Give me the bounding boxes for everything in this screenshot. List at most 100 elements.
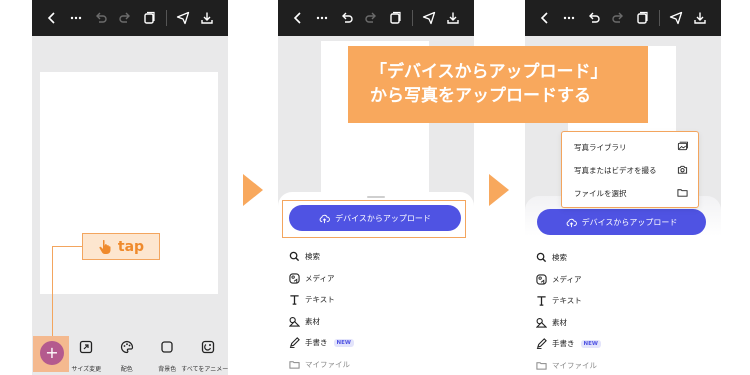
download-icon[interactable] [689,6,712,30]
upload-from-device-button[interactable]: デバイスからアップロード [537,209,706,235]
phone-screen-step1: サイズ変更 配色 背景色 すべてをアニメート [32,0,228,375]
folder-icon [288,359,301,370]
cloud-upload-icon [566,218,577,227]
tap-label: tap [117,238,145,255]
search-icon [288,251,301,262]
editor-toolbar [32,0,228,36]
back-icon[interactable] [286,6,309,30]
sheet-handle[interactable] [367,196,385,198]
popup-item-take-photo-video[interactable]: 写真またはビデオを撮る [574,159,688,181]
palette-label: 配色 [120,366,133,373]
tap-callout: tap [82,233,160,260]
editor-toolbar [525,0,721,36]
side-menu: 検索 メディア テキスト 素材 手書き NEW マイファイル [535,247,601,375]
menu-item-label: テキスト [305,295,335,305]
background-color-label: 背景色 [158,366,177,373]
share-icon[interactable] [417,6,440,30]
redo-icon[interactable] [113,6,136,30]
callout-line [52,246,53,336]
menu-item-label: 素材 [305,316,320,326]
pages-icon[interactable] [138,6,161,30]
animate-all-tool[interactable]: すべてをアニメート [181,330,228,373]
bottom-sheet: デバイスからアップロード 検索 メディア テキスト 素材 手書き NEW マイフ… [525,196,721,375]
menu-item-my-files[interactable]: マイファイル [288,354,354,375]
next-step-arrow [243,174,263,206]
banner-line-2: から写真をアップロードする [370,86,591,106]
camera-icon [677,164,688,177]
toolbar-divider [659,10,661,26]
share-icon[interactable] [664,6,687,30]
menu-item-label: 手書き [305,338,328,348]
menu-item-label: テキスト [552,296,582,306]
back-icon[interactable] [533,6,556,30]
popup-item-label: ファイルを選択 [574,188,627,198]
undo-icon[interactable] [582,6,605,30]
menu-item-elements[interactable]: 素材 [535,312,601,334]
design-canvas[interactable] [40,72,218,294]
popup-item-label: 写真またはビデオを撮る [574,165,657,175]
back-icon[interactable] [40,6,63,30]
photo-library-icon [677,141,688,154]
palette-icon [120,339,134,358]
media-icon [288,273,301,284]
menu-item-search[interactable]: 検索 [535,247,601,269]
popup-item-choose-file[interactable]: ファイルを選択 [574,182,688,204]
more-icon[interactable] [557,6,580,30]
resize-tool[interactable]: サイズ変更 [67,330,105,373]
download-icon[interactable] [196,6,219,30]
redo-icon[interactable] [359,6,382,30]
menu-item-label: メディア [305,273,335,283]
toolbar-divider [412,10,414,26]
menu-item-media[interactable]: メディア [535,269,601,291]
media-icon [535,274,548,285]
popup-item-label: 写真ライブラリ [574,142,627,152]
editor-toolbar [278,0,474,36]
menu-item-search[interactable]: 検索 [288,246,354,268]
upload-button-highlight [282,200,466,238]
pointing-hand-icon [98,239,112,255]
banner-line-1: 「デバイスからアップロード」 [370,62,608,82]
upload-source-popup: 写真ライブラリ 写真またはビデオを撮る ファイルを選択 [561,131,699,208]
callout-line [52,246,82,247]
resize-label: サイズ変更 [71,366,102,373]
elements-icon [535,317,548,328]
menu-item-draw[interactable]: 手書き NEW [535,333,601,355]
folder-icon [677,187,688,200]
redo-icon[interactable] [606,6,629,30]
more-icon[interactable] [64,6,87,30]
menu-item-label: マイファイル [305,359,350,369]
menu-item-label: メディア [552,274,582,284]
animate-all-icon [201,339,215,358]
share-icon[interactable] [171,6,194,30]
animate-all-label: すべてをアニメート [181,366,228,373]
menu-item-media[interactable]: メディア [288,268,354,290]
pages-icon[interactable] [631,6,654,30]
menu-item-label: 手書き [552,339,575,349]
menu-item-label: 検索 [305,252,320,262]
menu-item-my-files[interactable]: マイファイル [535,355,601,375]
new-badge: NEW [580,339,601,348]
menu-item-text[interactable]: テキスト [535,290,601,312]
add-button[interactable]: + [40,341,64,365]
palette-tool[interactable]: 配色 [108,330,146,373]
draw-icon [288,337,301,349]
pages-icon[interactable] [384,6,407,30]
popup-item-photo-library[interactable]: 写真ライブラリ [574,136,688,158]
side-menu: 検索 メディア テキスト 素材 手書き NEW マイファイル [288,246,354,375]
folder-icon [535,360,548,371]
undo-icon[interactable] [335,6,358,30]
download-icon[interactable] [442,6,465,30]
next-step-arrow [489,174,509,206]
text-icon [535,295,548,306]
elements-icon [288,316,301,327]
search-icon [535,252,548,263]
more-icon[interactable] [310,6,333,30]
undo-icon[interactable] [89,6,112,30]
menu-item-draw[interactable]: 手書き NEW [288,332,354,354]
upload-button-label: デバイスからアップロード [581,217,678,227]
menu-item-text[interactable]: テキスト [288,289,354,311]
background-color-icon [160,339,174,358]
menu-item-label: マイファイル [552,360,597,370]
menu-item-label: 素材 [552,317,567,327]
menu-item-elements[interactable]: 素材 [288,311,354,333]
